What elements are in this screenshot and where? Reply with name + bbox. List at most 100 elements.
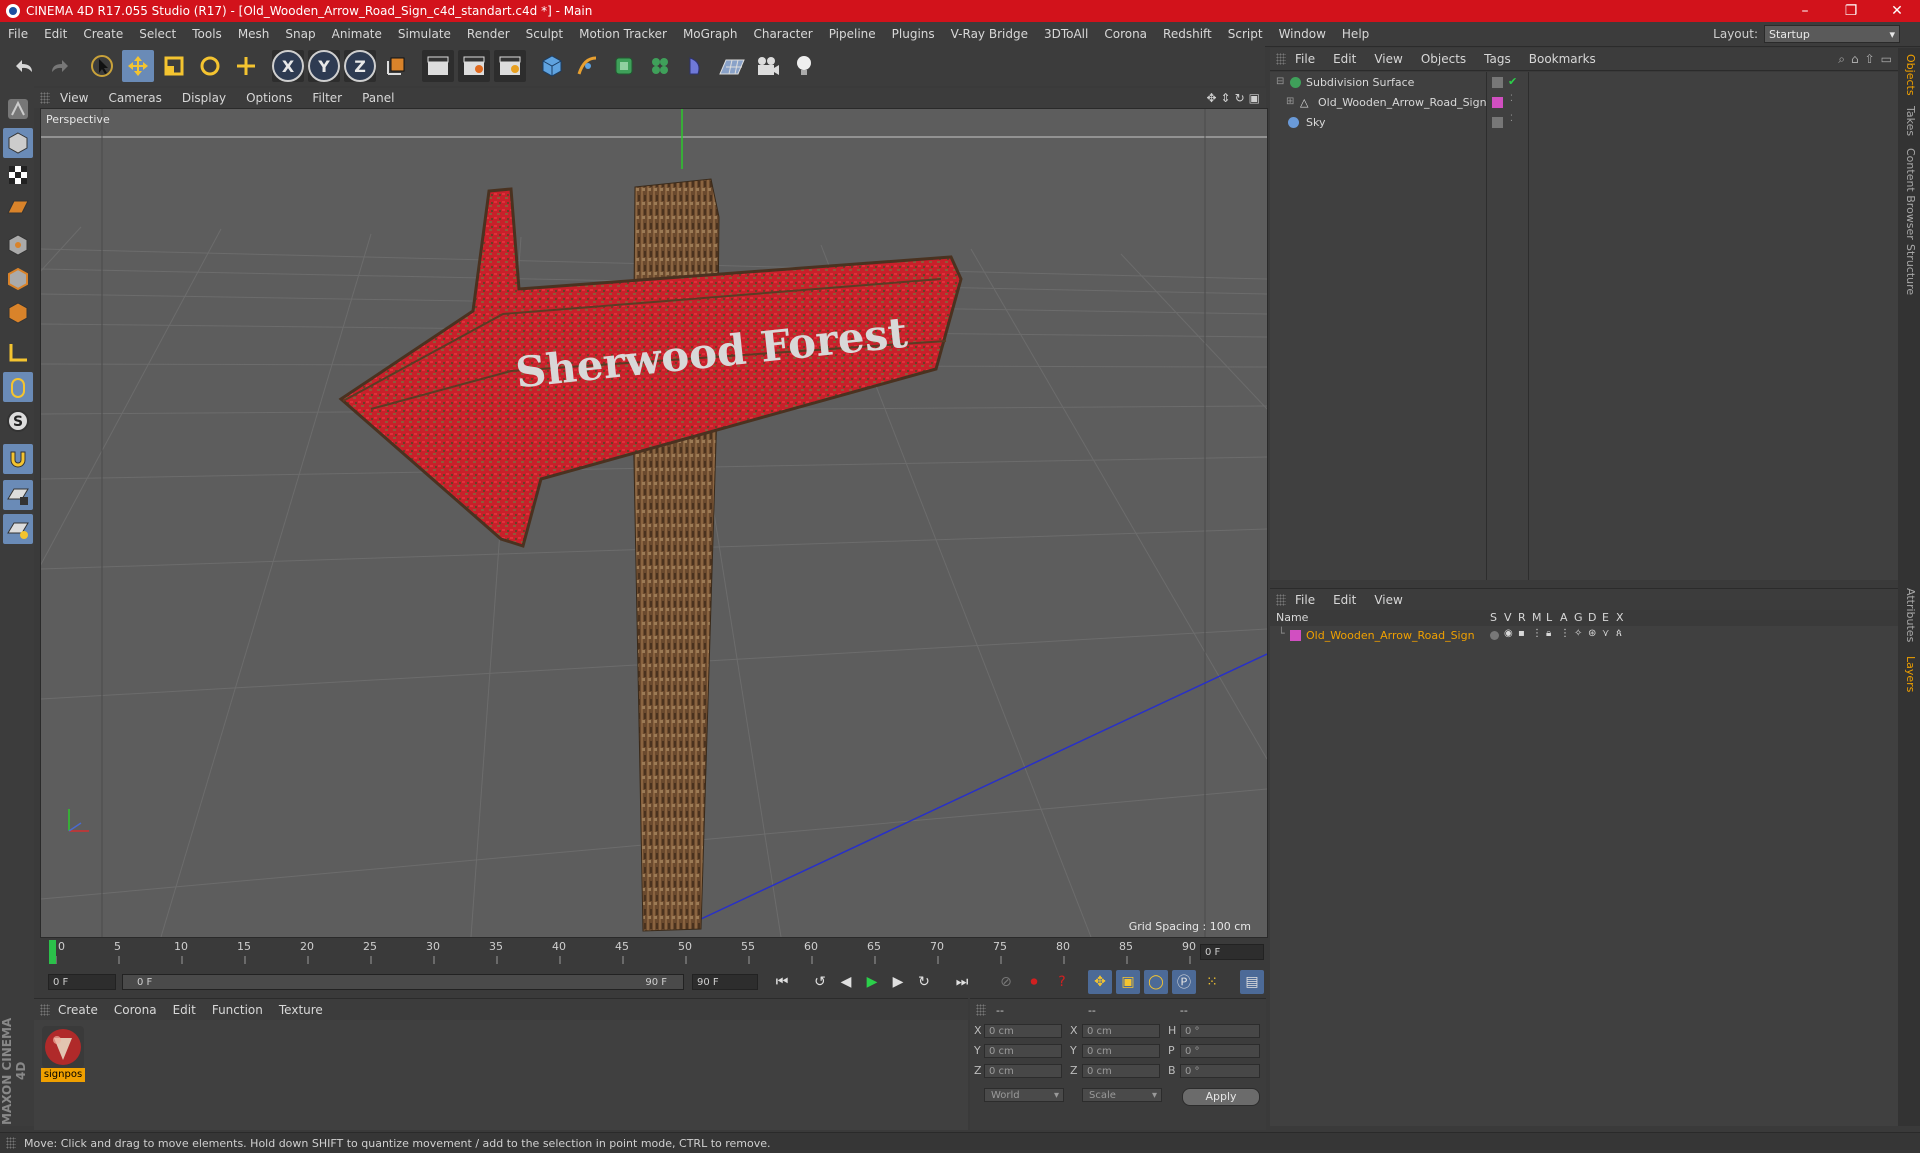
size-y-field[interactable]: 0 cm <box>1082 1044 1160 1058</box>
menu-edit[interactable]: Edit <box>36 27 75 41</box>
make-editable-button[interactable] <box>3 94 33 124</box>
texture-mode-button[interactable] <box>3 160 33 190</box>
cube-object-button[interactable] <box>536 50 568 82</box>
tweak-mode-button[interactable] <box>3 372 33 402</box>
key-scale-button[interactable]: ▣ <box>1116 970 1140 994</box>
menu-motion-tracker[interactable]: Motion Tracker <box>571 27 675 41</box>
object-row-old-wooden-arrow-road-sign[interactable]: ⊞ △ Old_Wooden_Arrow_Road_Sign ⁚ <box>1270 94 1898 112</box>
end-frame-field[interactable]: 90 F <box>692 974 758 990</box>
obj-menu-tags[interactable]: Tags <box>1475 52 1520 66</box>
size-x-field[interactable]: 0 cm <box>1082 1024 1160 1038</box>
layer-row[interactable]: └ Old_Wooden_Arrow_Road_Sign ◉ ▪ ⋮ 🔒︎ ⋮ … <box>1270 627 1898 645</box>
material-menu-create[interactable]: Create <box>50 1003 106 1017</box>
snap-button[interactable]: S <box>3 406 33 436</box>
restore-button[interactable]: ❐ <box>1828 3 1874 19</box>
obj-menu-file[interactable]: File <box>1286 52 1324 66</box>
cloner-button[interactable] <box>644 50 676 82</box>
layer-menu-file[interactable]: File <box>1286 593 1324 607</box>
x-axis-button[interactable]: X <box>272 50 304 82</box>
viewport-menu-filter[interactable]: Filter <box>302 91 352 105</box>
menu-character[interactable]: Character <box>745 27 820 41</box>
tab-objects[interactable]: Objects <box>1901 54 1917 96</box>
redo-button[interactable] <box>44 50 76 82</box>
menu-mograph[interactable]: MoGraph <box>675 27 746 41</box>
material-swatch[interactable] <box>42 1026 84 1068</box>
next-frame-button[interactable]: ▶ <box>886 970 910 994</box>
up-arrow-icon[interactable]: ⇧ <box>1865 52 1875 66</box>
y-axis-button[interactable]: Y <box>308 50 340 82</box>
prev-frame-button[interactable]: ◀ <box>834 970 858 994</box>
object-row-sky[interactable]: Sky ⁚ <box>1270 114 1898 132</box>
viewport-move-icon[interactable]: ✥ <box>1206 91 1216 105</box>
expand-icon[interactable]: ⊞ <box>1286 96 1294 107</box>
current-frame-field[interactable]: 0 F <box>1200 944 1264 960</box>
undo-button[interactable] <box>8 50 40 82</box>
next-key-button[interactable]: ↻ <box>912 970 936 994</box>
layer-menu-edit[interactable]: Edit <box>1324 593 1365 607</box>
edit-toggle-icon[interactable] <box>1492 117 1503 128</box>
collapse-icon[interactable]: ⊟ <box>1276 76 1284 87</box>
viewport-zoom-icon[interactable]: ⇕ <box>1221 91 1231 105</box>
tab-content-browser[interactable]: Content Browser <box>1901 148 1917 240</box>
menu-corona[interactable]: Corona <box>1096 27 1155 41</box>
key-position-button[interactable]: ✥ <box>1088 970 1112 994</box>
autokey-button[interactable]: ⏺ <box>1022 970 1046 994</box>
menu-plugins[interactable]: Plugins <box>884 27 943 41</box>
perspective-viewport[interactable]: Sherwood Forest Perspective Grid Spacing… <box>40 108 1268 938</box>
layout-select[interactable]: Startup ▾ <box>1764 25 1900 43</box>
obj-menu-objects[interactable]: Objects <box>1412 52 1475 66</box>
rot-p-field[interactable]: 0 ° <box>1180 1044 1260 1058</box>
material-menu-corona[interactable]: Corona <box>106 1003 165 1017</box>
prev-key-button[interactable]: ↺ <box>808 970 832 994</box>
viewport-rotate-icon[interactable]: ↻ <box>1235 91 1245 105</box>
menu-animate[interactable]: Animate <box>324 27 390 41</box>
layer-menu-view[interactable]: View <box>1365 593 1411 607</box>
rotate-tool-button[interactable] <box>194 50 226 82</box>
expressions-icon[interactable]: ⋎ <box>1602 628 1609 639</box>
start-frame-field[interactable]: 0 F <box>48 974 116 990</box>
tab-takes[interactable]: Takes <box>1901 106 1917 136</box>
menu-select[interactable]: Select <box>131 27 184 41</box>
menu-simulate[interactable]: Simulate <box>390 27 459 41</box>
workplane-lock-button[interactable] <box>3 480 33 510</box>
viewport-menu-panel[interactable]: Panel <box>352 91 404 105</box>
material-menu-edit[interactable]: Edit <box>165 1003 204 1017</box>
menu-render[interactable]: Render <box>459 27 518 41</box>
points-mode-button[interactable] <box>3 230 33 260</box>
render-picture-viewer-button[interactable] <box>458 50 490 82</box>
coordinate-system-button[interactable] <box>380 50 412 82</box>
minimize-button[interactable]: – <box>1782 3 1828 19</box>
deformer-button[interactable] <box>680 50 712 82</box>
move-tool-button[interactable] <box>122 50 154 82</box>
timeline-window-button[interactable]: ▤ <box>1240 970 1264 994</box>
key-parameter-button[interactable]: Ⓟ <box>1172 970 1196 994</box>
generators-icon[interactable]: ✧ <box>1574 628 1582 639</box>
visibility-dots-icon[interactable]: ⁚ <box>1510 114 1513 124</box>
menu-tools[interactable]: Tools <box>184 27 230 41</box>
model-mode-button[interactable] <box>3 128 33 158</box>
goto-start-button[interactable]: ⏮ <box>770 970 794 994</box>
key-rotation-button[interactable]: ◯ <box>1144 970 1168 994</box>
floor-button[interactable] <box>716 50 748 82</box>
render-settings-button[interactable] <box>494 50 526 82</box>
render-icon[interactable]: ▪ <box>1518 628 1525 639</box>
tab-structure[interactable]: Structure <box>1901 244 1917 295</box>
viewport-menu-cameras[interactable]: Cameras <box>98 91 171 105</box>
viewport-menu-options[interactable]: Options <box>236 91 302 105</box>
viewport-menu-display[interactable]: Display <box>172 91 236 105</box>
material-menu-texture[interactable]: Texture <box>271 1003 331 1017</box>
layer-color-icon[interactable] <box>1290 630 1301 641</box>
light-button[interactable] <box>788 50 820 82</box>
search-icon[interactable]: ⌕ <box>1838 52 1845 67</box>
material-menu-function[interactable]: Function <box>204 1003 271 1017</box>
size-z-field[interactable]: 0 cm <box>1082 1064 1160 1078</box>
menu-3dtoall[interactable]: 3DToAll <box>1036 27 1096 41</box>
polygons-mode-button[interactable] <box>3 298 33 328</box>
menu-file[interactable]: File <box>0 27 36 41</box>
render-view-button[interactable] <box>422 50 454 82</box>
home-icon[interactable]: ⌂ <box>1851 52 1859 66</box>
rot-b-field[interactable]: 0 ° <box>1180 1064 1260 1078</box>
close-button[interactable]: ✕ <box>1874 3 1920 19</box>
obj-menu-edit[interactable]: Edit <box>1324 52 1365 66</box>
live-selection-button[interactable] <box>86 50 118 82</box>
